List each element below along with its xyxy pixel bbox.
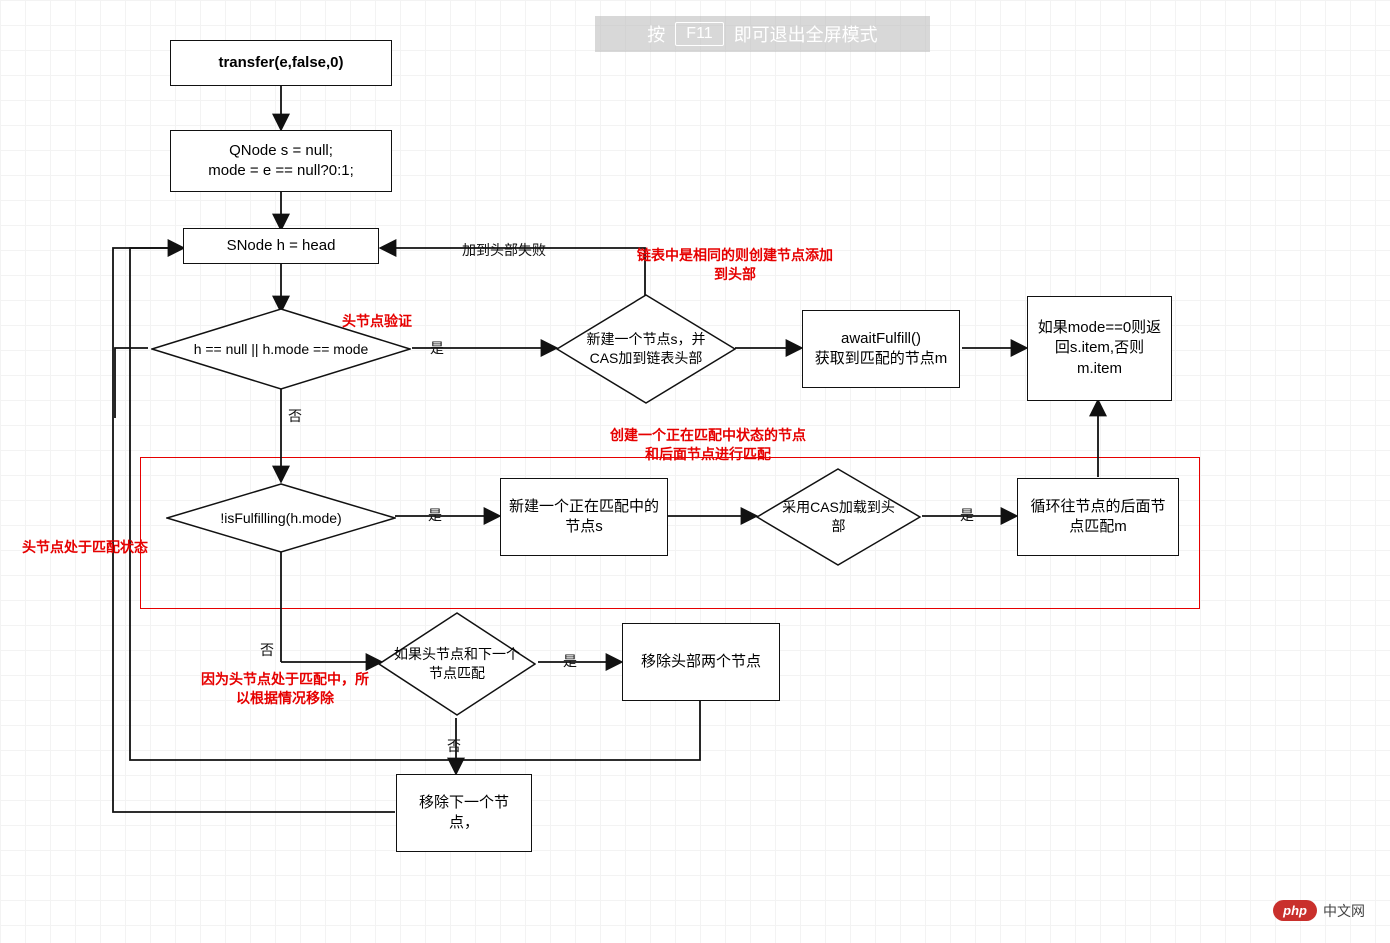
annotation-head-fulfilling-state: 头节点处于匹配状态 bbox=[22, 538, 182, 557]
label-no-3: 否 bbox=[447, 736, 461, 756]
annotation-same-create: 链表中是相同的则创建节点添加到头部 bbox=[635, 246, 835, 284]
node-new-cas-head-text: 新建一个节点s，并CAS加到链表头部 bbox=[571, 330, 721, 368]
decision-is-fulfilling: !isFulfilling(h.mode) bbox=[166, 483, 396, 553]
decision-head-next-match-text: 如果头节点和下一个节点匹配 bbox=[392, 645, 522, 683]
label-yes-3: 是 bbox=[960, 505, 974, 525]
node-remove-next: 移除下一个节点， bbox=[396, 774, 532, 852]
node-remove-next-text: 移除下一个节点， bbox=[405, 793, 523, 834]
hint-suffix: 即可退出全屏模式 bbox=[734, 21, 878, 47]
node-return: 如果mode==0则返回s.item,否则m.item bbox=[1027, 296, 1172, 401]
annotation-remove-by-case: 因为头节点处于匹配中，所以根据情况移除 bbox=[195, 670, 375, 708]
annotation-create-fulfilling: 创建一个正在匹配中状态的节点和后面节点进行匹配 bbox=[608, 426, 808, 464]
fullscreen-hint: 按 F11 即可退出全屏模式 bbox=[595, 16, 930, 52]
node-await-fulfill-text: awaitFulfill() 获取到匹配的节点m bbox=[815, 329, 948, 370]
hint-key: F11 bbox=[675, 22, 723, 46]
label-yes-1: 是 bbox=[430, 338, 444, 358]
label-add-head-fail: 加到头部失败 bbox=[462, 240, 546, 260]
label-yes-4: 是 bbox=[563, 651, 577, 671]
node-remove-two: 移除头部两个节点 bbox=[622, 623, 780, 701]
node-await-fulfill: awaitFulfill() 获取到匹配的节点m bbox=[802, 310, 960, 388]
label-no-1: 否 bbox=[288, 406, 302, 426]
decision-head-next-match: 如果头节点和下一个节点匹配 bbox=[378, 612, 536, 716]
node-head: SNode h = head bbox=[183, 228, 379, 264]
logo-text: 中文网 bbox=[1323, 901, 1365, 921]
logo-badge: php bbox=[1273, 900, 1317, 921]
label-yes-2: 是 bbox=[428, 505, 442, 525]
label-no-2: 否 bbox=[260, 640, 274, 660]
node-cas-head: 采用CAS加载到头部 bbox=[756, 468, 921, 566]
node-remove-two-text: 移除头部两个节点 bbox=[641, 652, 761, 672]
node-new-fulfilling-text: 新建一个正在匹配中的节点s bbox=[509, 497, 659, 538]
node-loop-match: 循环往节点的后面节点匹配m bbox=[1017, 478, 1179, 556]
hint-prefix: 按 bbox=[647, 21, 665, 47]
node-new-fulfilling: 新建一个正在匹配中的节点s bbox=[500, 478, 668, 556]
decision-is-fulfilling-text: !isFulfilling(h.mode) bbox=[181, 509, 381, 528]
annotation-head-verify: 头节点验证 bbox=[342, 312, 412, 331]
node-loop-match-text: 循环往节点的后面节点匹配m bbox=[1026, 497, 1170, 538]
node-start: transfer(e,false,0) bbox=[170, 40, 392, 86]
node-init: QNode s = null; mode = e == null?0:1; bbox=[170, 130, 392, 192]
flowchart-canvas: 按 F11 即可退出全屏模式 bbox=[0, 0, 1390, 943]
node-new-cas-head: 新建一个节点s，并CAS加到链表头部 bbox=[556, 294, 736, 404]
node-start-text: transfer(e,false,0) bbox=[218, 53, 343, 73]
decision-mode-check-text: h == null || h.mode == mode bbox=[166, 340, 396, 359]
node-cas-head-text: 采用CAS加载到头部 bbox=[774, 498, 904, 536]
node-init-text: QNode s = null; mode = e == null?0:1; bbox=[208, 141, 354, 182]
node-head-text: SNode h = head bbox=[227, 236, 336, 256]
node-return-text: 如果mode==0则返回s.item,否则m.item bbox=[1036, 318, 1163, 379]
site-logo: php 中文网 bbox=[1273, 900, 1365, 921]
